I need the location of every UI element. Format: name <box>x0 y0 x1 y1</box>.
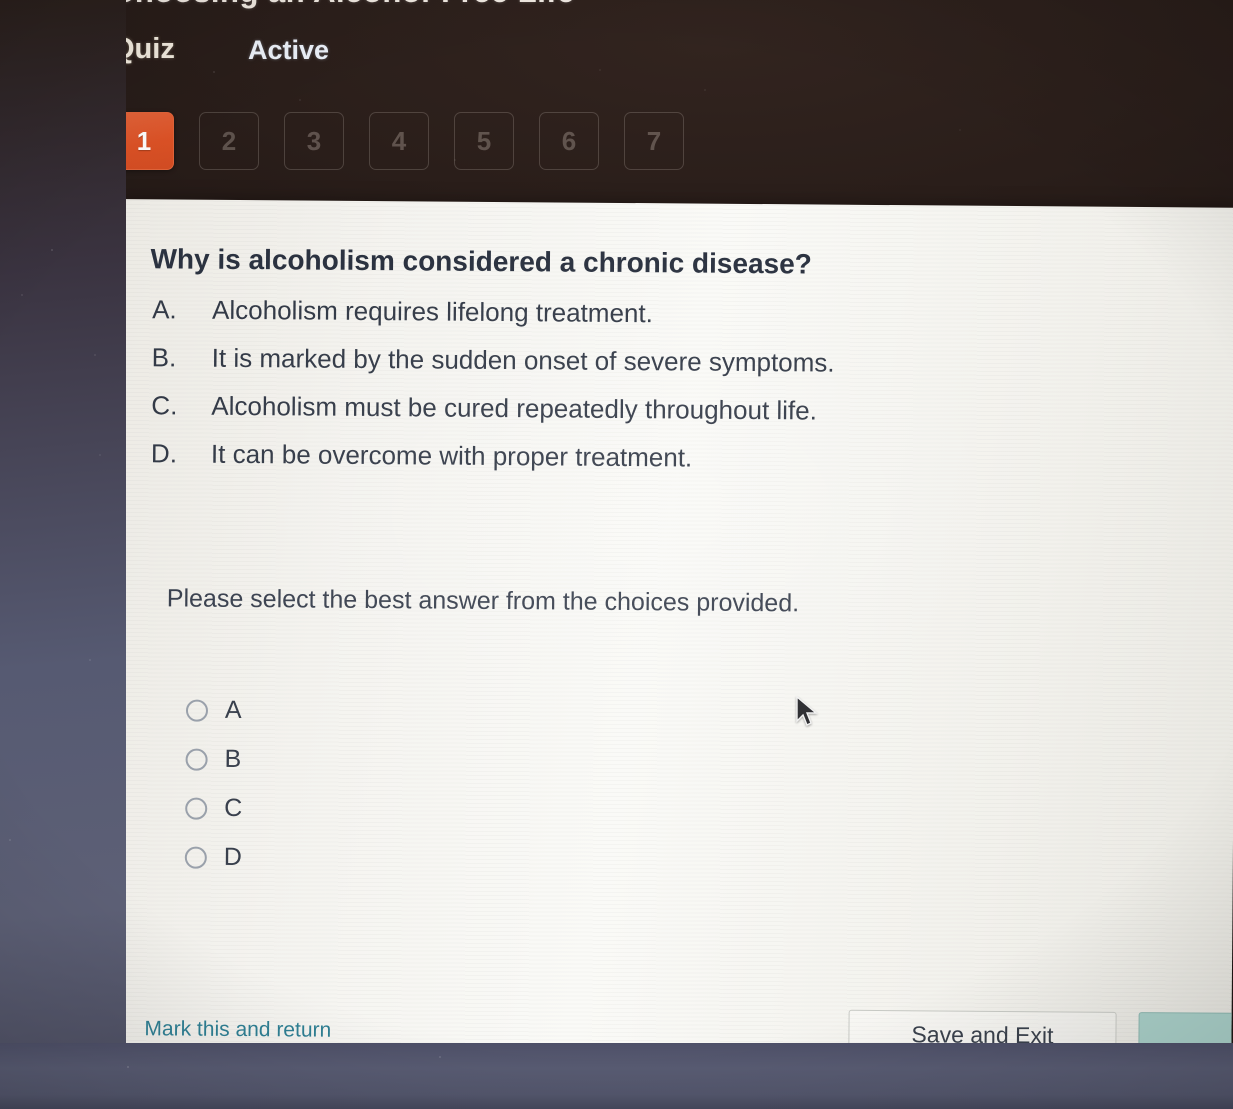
choice-a: A. Alcoholism requires lifelong treatment… <box>152 294 653 329</box>
choice-d-text: It can be overcome with proper treatment… <box>210 438 693 473</box>
question-number-7[interactable]: 7 <box>624 112 684 170</box>
choice-d-letter: D. <box>150 438 178 469</box>
quiz-header: Choosing an Alcohol-Free Life Quiz Activ… <box>0 0 1233 212</box>
question-text: Why is alcoholism considered a chronic d… <box>150 243 812 280</box>
question-number-4[interactable]: 4 <box>369 112 429 170</box>
choice-c-letter: C. <box>151 390 178 421</box>
radio-circle-b-icon[interactable] <box>185 748 208 771</box>
choice-c: C. Alcoholism must be cured repeatedly th… <box>151 390 817 426</box>
question-number-5[interactable]: 5 <box>454 112 514 170</box>
radio-option-a[interactable]: A <box>185 686 243 735</box>
question-number-strip[interactable]: 1 2 3 4 5 6 7 <box>114 110 684 172</box>
radio-option-d[interactable]: D <box>184 833 243 882</box>
left-desktop-background <box>0 0 126 1109</box>
radio-option-b[interactable]: B <box>185 735 242 784</box>
bottom-desktop-background <box>0 1043 1233 1109</box>
radio-label-d: D <box>223 842 243 871</box>
choice-b: B. It is marked by the sudden onset of se… <box>152 342 835 378</box>
choice-c-text: Alcoholism must be cured repeatedly thro… <box>211 390 818 426</box>
arrow-pointer-icon <box>795 695 821 730</box>
radio-label-a: A <box>224 695 242 724</box>
radio-label-b: B <box>224 744 242 773</box>
mark-this-and-return-link[interactable]: Mark this and return <box>144 1017 331 1042</box>
question-number-3[interactable]: 3 <box>284 112 344 170</box>
choice-a-text: Alcoholism requires lifelong treatment. <box>212 294 654 329</box>
choice-d: D. It can be overcome with proper treatme… <box>151 438 692 473</box>
radio-circle-a-icon[interactable] <box>185 699 209 722</box>
question-number-2[interactable]: 2 <box>199 112 259 170</box>
question-card: Why is alcoholism considered a chronic d… <box>111 199 1233 1054</box>
radio-option-c[interactable]: C <box>185 784 242 833</box>
instruction-text: Please select the best answer from the c… <box>166 584 800 618</box>
quiz-status-label: Active <box>248 35 330 65</box>
lesson-title: Choosing an Alcohol-Free Life <box>112 0 575 10</box>
choice-b-letter: B. <box>151 342 177 373</box>
screenshot-root: Choosing an Alcohol-Free Life Quiz Activ… <box>0 0 1233 1109</box>
radio-circle-d-icon[interactable] <box>184 846 207 869</box>
question-number-6[interactable]: 6 <box>539 112 599 170</box>
choice-a-letter: A. <box>152 294 177 325</box>
choice-b-text: It is marked by the sudden onset of seve… <box>211 342 835 378</box>
answer-radio-group[interactable]: A B C D <box>184 686 244 882</box>
radio-circle-c-icon[interactable] <box>185 797 208 820</box>
radio-label-c: C <box>224 793 243 822</box>
